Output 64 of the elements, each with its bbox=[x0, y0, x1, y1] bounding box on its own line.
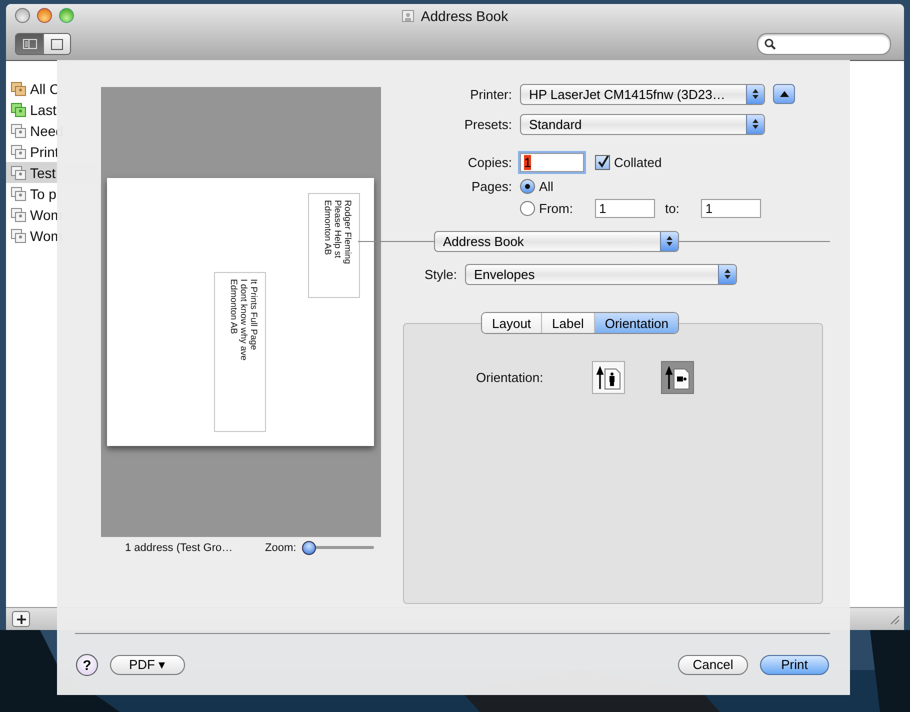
orientation-button[interactable] bbox=[661, 361, 694, 394]
triangle-up-icon bbox=[780, 91, 788, 97]
address-line: Edmonton AB bbox=[323, 200, 333, 258]
style-label: Style: bbox=[423, 266, 457, 282]
zoom-label: Zoom: bbox=[265, 542, 296, 554]
to-field[interactable]: 1 bbox=[701, 199, 762, 218]
slider-thumb[interactable] bbox=[302, 541, 316, 555]
cancel-button[interactable]: Cancel bbox=[678, 654, 748, 674]
preview-caption: 1 address (Test Gro… bbox=[125, 542, 234, 554]
group-icon bbox=[11, 166, 26, 180]
style-popup[interactable]: Envelopes bbox=[465, 264, 737, 284]
group-icon bbox=[11, 208, 26, 222]
close-button[interactable] bbox=[15, 8, 30, 23]
presets-popup[interactable]: Standard bbox=[520, 114, 765, 134]
window-title: Address Book bbox=[420, 8, 508, 24]
address-line: I dont know why ave bbox=[239, 279, 249, 363]
list-view-icon bbox=[22, 39, 36, 49]
checkbox[interactable] bbox=[595, 154, 610, 170]
print-button[interactable]: Print bbox=[760, 654, 829, 674]
from-field[interactable]: 1 bbox=[594, 199, 655, 218]
to-label: to: bbox=[664, 201, 680, 216]
radio-button[interactable]: All bbox=[520, 179, 554, 194]
group-icon bbox=[11, 102, 26, 116]
stepper-icon bbox=[746, 114, 764, 134]
group-icon bbox=[11, 124, 26, 138]
search-field[interactable] bbox=[757, 33, 891, 55]
orientation-label: Orientation: bbox=[476, 370, 544, 385]
add-button[interactable] bbox=[12, 611, 30, 627]
search-icon bbox=[764, 38, 776, 50]
card-view-icon bbox=[51, 38, 63, 50]
group-icon bbox=[11, 228, 26, 242]
printer-popup[interactable]: HP LaserJet CM1415fnw (3D23… bbox=[520, 84, 765, 104]
stepper-icon bbox=[746, 84, 764, 104]
orientation-button[interactable] bbox=[592, 361, 625, 394]
stepper-icon bbox=[718, 264, 736, 284]
collated-checkbox[interactable]: Collated bbox=[595, 154, 662, 170]
details-button[interactable] bbox=[773, 84, 795, 104]
tab[interactable]: Layout bbox=[482, 313, 542, 333]
address-line: Please Help st bbox=[333, 200, 343, 260]
group-icon bbox=[11, 144, 26, 158]
tab[interactable]: Orientation bbox=[594, 313, 678, 333]
presets-label: Presets: bbox=[463, 116, 512, 132]
resize-grip-icon[interactable] bbox=[888, 613, 900, 625]
sideways-figure-icon bbox=[664, 364, 690, 390]
minimize-button[interactable] bbox=[37, 8, 52, 23]
pages-label: Pages: bbox=[470, 178, 512, 196]
address-line: Edmonton AB bbox=[229, 279, 239, 336]
group-icon bbox=[11, 186, 26, 200]
pdf-button[interactable]: PDF ▾ bbox=[110, 654, 185, 674]
zoom-slider[interactable] bbox=[302, 541, 374, 555]
printer-label: Printer: bbox=[469, 86, 512, 102]
stepper-icon bbox=[660, 232, 678, 250]
view-button[interactable] bbox=[43, 34, 70, 54]
copies-field[interactable]: 1 bbox=[520, 152, 584, 172]
radio-button[interactable]: From: bbox=[520, 201, 573, 216]
copies-label: Copies: bbox=[466, 154, 512, 170]
help-button[interactable]: ? bbox=[76, 654, 98, 676]
upright-figure-icon bbox=[596, 364, 622, 390]
address-line: It Prints Full Page bbox=[249, 279, 259, 352]
address-line: Rodger Fleming bbox=[343, 200, 353, 266]
view-button[interactable] bbox=[16, 34, 43, 54]
plus-icon bbox=[16, 614, 26, 624]
section-popup[interactable]: Address Book bbox=[434, 230, 679, 252]
tab[interactable]: Label bbox=[541, 313, 594, 333]
